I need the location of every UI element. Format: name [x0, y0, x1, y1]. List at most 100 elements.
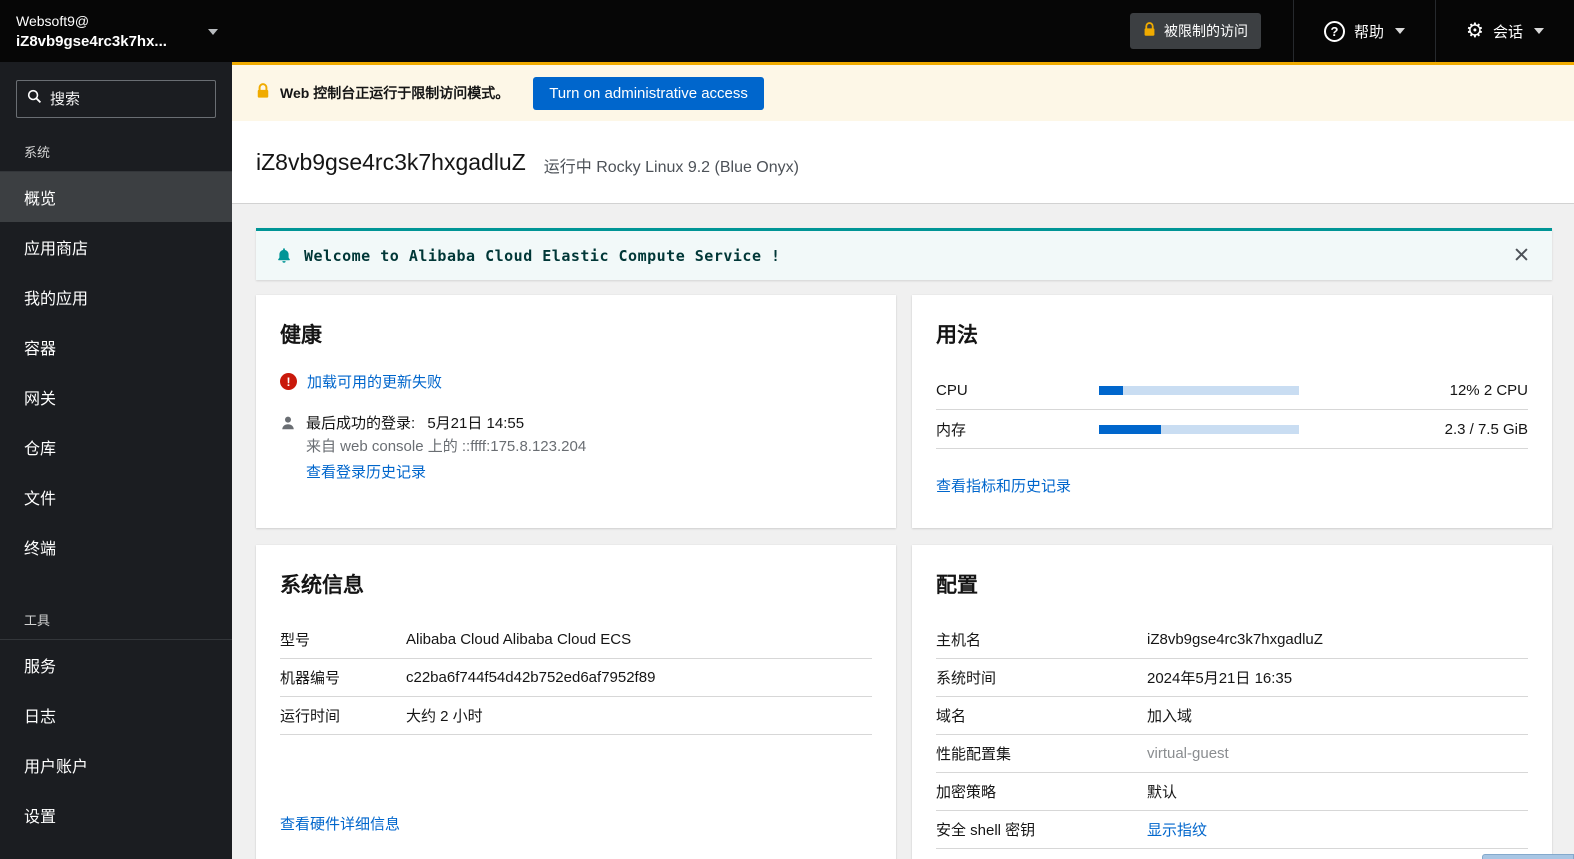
performance-profile-value: virtual-guest	[1147, 745, 1229, 762]
welcome-message: Welcome to Alibaba Cloud Elastic Compute…	[304, 246, 781, 265]
memory-progress-fill	[1099, 424, 1161, 434]
memory-progress-bar	[1099, 424, 1299, 434]
welcome-banner: Welcome to Alibaba Cloud Elastic Compute…	[256, 228, 1552, 280]
uptime-label: 运行时间	[280, 708, 341, 725]
sidebar-item-overview[interactable]: 概览	[0, 172, 232, 222]
sidebar-item-accounts[interactable]: 用户账户	[0, 740, 232, 790]
alert-message: Web 控制台正运行于限制访问模式。	[280, 85, 510, 101]
help-icon: ?	[1324, 20, 1346, 42]
user-icon	[280, 412, 296, 484]
memory-label: 内存	[936, 421, 967, 439]
system-time-label: 系统时间	[936, 670, 997, 687]
page-title: iZ8vb9gse4rc3k7hxgadluZ	[256, 148, 526, 175]
main-area: Web 控制台正运行于限制访问模式。 Turn on administrativ…	[232, 62, 1574, 859]
last-login-label: 最后成功的登录:	[306, 415, 416, 432]
crypto-policy-label: 加密策略	[936, 784, 997, 801]
page-header: iZ8vb9gse4rc3k7hxgadluZ 运行中 Rocky Linux …	[232, 121, 1574, 204]
error-icon: !	[280, 373, 297, 390]
performance-profile-row: 性能配置集 virtual-guest	[936, 735, 1528, 773]
last-login-line: 最后成功的登录: 5月21日 14:55	[306, 412, 586, 435]
sidebar: 系统 概览 应用商店 我的应用 容器 网关 仓库 文件 终端 工具 服务 日志 …	[0, 62, 232, 859]
ssh-keys-label: 安全 shell 密钥	[936, 822, 1036, 839]
host-status: 运行中 Rocky Linux 9.2 (Blue Onyx)	[543, 158, 799, 176]
system-time-value: 2024年5月21日 16:35	[1147, 670, 1293, 687]
metrics-history-link[interactable]: 查看指标和历史记录	[936, 475, 1071, 496]
domain-label: 域名	[936, 708, 967, 725]
nav-gap	[0, 572, 232, 596]
model-label: 型号	[280, 632, 311, 649]
sidebar-item-services[interactable]: 服务	[0, 640, 232, 690]
login-history-link[interactable]: 查看登录历史记录	[306, 464, 426, 481]
login-origin: 来自 web console 上的 ::ffff:175.8.123.204	[306, 438, 587, 456]
cpu-progress-bar	[1099, 385, 1299, 395]
sidebar-item-settings[interactable]: 设置	[0, 790, 232, 840]
turn-on-admin-access-button[interactable]: Turn on administrative access	[533, 76, 764, 110]
health-card: 健康 ! 加载可用的更新失败 最后成功的登录: 5月21日 14:55 来自 w…	[256, 295, 896, 528]
nav-section-system: 系统	[0, 128, 232, 172]
cpu-value: 12% 2 CPU	[1449, 381, 1528, 399]
cpu-progress-fill	[1099, 385, 1123, 395]
masthead-toolbar: 被限制的访问 ? 帮助 ⚙ 会话	[232, 0, 1574, 62]
close-icon	[1515, 247, 1528, 264]
session-menu-button[interactable]: ⚙ 会话	[1436, 0, 1574, 62]
ssh-keys-row: 安全 shell 密钥 显示指纹	[936, 811, 1528, 849]
join-domain-value: 加入域	[1147, 708, 1193, 725]
search-icon	[27, 89, 42, 109]
machine-id-label: 机器编号	[280, 670, 341, 687]
chevron-down-icon	[1534, 28, 1544, 34]
performance-profile-label: 性能配置集	[936, 746, 1012, 763]
restricted-mode-alert: Web 控制台正运行于限制访问模式。 Turn on administrativ…	[232, 62, 1574, 121]
last-login-time: 5月21日 14:55	[427, 415, 525, 432]
sidebar-item-gateway[interactable]: 网关	[0, 372, 232, 422]
uptime-row: 运行时间 大约 2 小时	[280, 697, 872, 735]
sidebar-item-containers[interactable]: 容器	[0, 322, 232, 372]
hardware-details-link[interactable]: 查看硬件详细信息	[280, 816, 400, 833]
sidebar-item-repository[interactable]: 仓库	[0, 422, 232, 472]
model-value: Alibaba Cloud Alibaba Cloud ECS	[406, 631, 632, 648]
search-input[interactable]	[50, 90, 205, 108]
lock-icon	[256, 82, 270, 104]
restricted-access-label: 被限制的访问	[1164, 23, 1249, 39]
cpu-usage-row: CPU 12% 2 CPU	[936, 371, 1528, 410]
nav-section-tools: 工具	[0, 596, 232, 640]
sidebar-item-my-apps[interactable]: 我的应用	[0, 272, 232, 322]
chevron-down-icon	[1395, 28, 1406, 34]
crypto-policy-value: 默认	[1147, 784, 1178, 801]
health-card-title: 健康	[280, 324, 322, 347]
system-time-row: 系统时间 2024年5月21日 16:35	[936, 659, 1528, 697]
show-fingerprints-link[interactable]: 显示指纹	[1147, 819, 1207, 840]
system-info-card-title: 系统信息	[280, 574, 364, 597]
masthead: Websoft9@ iZ8vb9gse4rc3k7hx... 被限制的访问 ? …	[0, 0, 1574, 62]
model-row: 型号 Alibaba Cloud Alibaba Cloud ECS	[280, 621, 872, 659]
sidebar-item-files[interactable]: 文件	[0, 472, 232, 522]
memory-usage-row: 内存 2.3 / 7.5 GiB	[936, 410, 1528, 449]
bell-icon	[276, 247, 292, 264]
sidebar-item-app-store[interactable]: 应用商店	[0, 222, 232, 272]
lock-icon	[1143, 22, 1156, 40]
sidebar-item-logs[interactable]: 日志	[0, 690, 232, 740]
config-card-title: 配置	[936, 574, 978, 597]
cpu-label: CPU	[936, 381, 968, 399]
help-menu-button[interactable]: ? 帮助	[1294, 0, 1435, 62]
sidebar-item-terminal[interactable]: 终端	[0, 522, 232, 572]
updates-failed-link[interactable]: 加载可用的更新失败	[307, 371, 442, 392]
domain-row: 域名 加入域	[936, 697, 1528, 735]
memory-value: 2.3 / 7.5 GiB	[1444, 420, 1528, 438]
cockpit-app: Websoft9@ iZ8vb9gse4rc3k7hx... 被限制的访问 ? …	[0, 0, 1574, 859]
uptime-value: 大约 2 小时	[406, 708, 483, 725]
horizontal-scrollbar-thumb[interactable]	[1482, 854, 1574, 859]
brand-user: Websoft9@	[16, 12, 90, 29]
overview-content: Welcome to Alibaba Cloud Elastic Compute…	[232, 204, 1574, 859]
crypto-policy-row: 加密策略 默认	[936, 773, 1528, 811]
chevron-down-icon	[208, 29, 218, 35]
config-card: 配置 主机名 iZ8vb9gse4rc3k7hxgadluZ 系统时间 2024…	[912, 545, 1552, 859]
sidebar-search[interactable]	[16, 80, 216, 118]
host-switcher[interactable]: Websoft9@ iZ8vb9gse4rc3k7hx...	[0, 0, 232, 62]
restricted-access-button[interactable]: 被限制的访问	[1130, 13, 1262, 49]
brand-host: iZ8vb9gse4rc3k7hx...	[16, 33, 167, 51]
hostname-label: 主机名	[936, 632, 982, 649]
close-banner-button[interactable]	[1511, 244, 1532, 268]
machine-id-row: 机器编号 c22ba6f744f54d42b752ed6af7952f89	[280, 659, 872, 697]
machine-id-value: c22ba6f744f54d42b752ed6af7952f89	[406, 669, 656, 686]
gear-icon: ⚙	[1466, 20, 1484, 42]
